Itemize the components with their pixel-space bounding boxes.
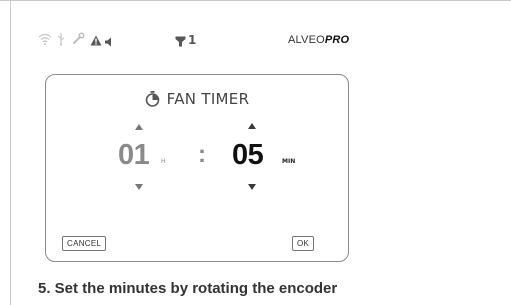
hours-down-arrow[interactable] — [135, 184, 143, 190]
left-divider — [10, 0, 11, 305]
mute-icon — [104, 34, 114, 50]
minutes-value[interactable]: 05 — [232, 139, 264, 171]
time-separator: : — [198, 141, 206, 168]
hours-up-arrow[interactable] — [135, 124, 143, 130]
minutes-up-arrow[interactable] — [248, 123, 256, 129]
ok-button[interactable]: OK — [292, 236, 315, 251]
panel-title-text: FAN TIMER — [166, 90, 250, 108]
filter-icon — [175, 34, 186, 50]
hours-unit-label: H — [161, 158, 166, 165]
top-divider — [0, 0, 511, 1]
fan-timer-panel: FAN TIMER 01 H : 05 MIN CANCEL OK — [45, 74, 349, 262]
alert-icon — [90, 33, 102, 49]
wifi-icon — [38, 32, 52, 48]
wrench-icon — [72, 32, 85, 48]
usb-icon — [56, 32, 66, 49]
minutes-down-arrow[interactable] — [248, 184, 256, 190]
hours-value[interactable]: 01 — [118, 139, 150, 171]
cancel-button[interactable]: CANCEL — [62, 236, 107, 251]
brand-prefix: ALVEO — [288, 34, 325, 46]
brand-logo: ALVEOPRO — [288, 33, 349, 47]
status-bar: 1 ALVEOPRO — [38, 32, 368, 48]
minutes-unit-label: MIN — [282, 158, 296, 165]
stopwatch-icon — [145, 91, 160, 111]
panel-title: FAN TIMER — [46, 90, 348, 111]
brand-suffix: PRO — [324, 34, 350, 46]
instruction-caption: 5. Set the minutes by rotating the encod… — [38, 280, 338, 297]
filter-count: 1 — [188, 33, 197, 47]
